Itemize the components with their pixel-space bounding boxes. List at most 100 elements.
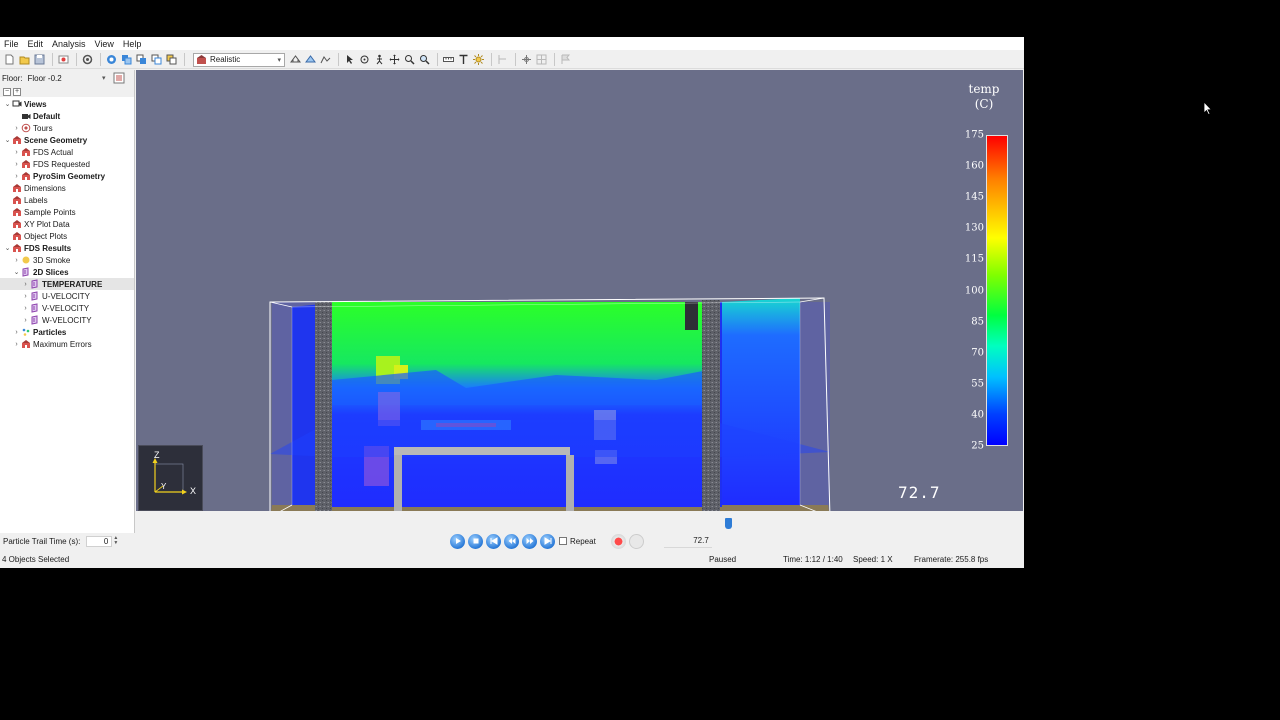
chevron-right-icon[interactable]: › — [12, 173, 21, 180]
chevron-right-icon[interactable]: › — [12, 125, 21, 132]
spinner-icon[interactable]: ▲ ▼ — [113, 536, 119, 546]
step-back-icon — [508, 538, 515, 544]
skip-end-button[interactable] — [540, 533, 555, 549]
tree-item-label: Dimensions — [24, 183, 66, 193]
rewind-start-button[interactable] — [486, 533, 501, 549]
chevron-right-icon[interactable]: › — [21, 305, 30, 312]
chevron-down-icon[interactable]: ⌄ — [3, 244, 12, 252]
tree-item-u-velocity[interactable]: › U-VELOCITY — [0, 290, 134, 302]
tree-item-w-velocity[interactable]: › W-VELOCITY — [0, 314, 134, 326]
snap-icon[interactable] — [535, 53, 548, 66]
expand-all-icon[interactable]: + — [13, 87, 21, 96]
toolbar: Realistic ▾ — [0, 51, 1024, 69]
light-icon[interactable] — [472, 53, 485, 66]
geometry-icon — [12, 243, 22, 253]
tree-item-sample-points[interactable]: Sample Points — [0, 206, 134, 218]
tree-item-temperature[interactable]: › TEMPERATURE — [0, 278, 134, 290]
floor-select[interactable]: Floor -0.2 ▾ — [26, 72, 109, 84]
chevron-right-icon[interactable]: › — [12, 161, 21, 168]
measure-icon[interactable] — [442, 53, 455, 66]
tree-item-label: PyroSim Geometry — [33, 171, 106, 181]
zoom-box-icon[interactable] — [418, 53, 431, 66]
tree-item-default[interactable]: Default — [0, 110, 134, 122]
step-forward-button[interactable] — [522, 533, 537, 549]
chevron-down-icon[interactable]: ⌄ — [3, 136, 12, 144]
view-top-icon[interactable] — [120, 53, 133, 66]
pan-icon[interactable] — [388, 53, 401, 66]
snapshot-button[interactable] — [628, 533, 644, 549]
tree-item-2d-slices[interactable]: ⌄ 2D Slices — [0, 266, 134, 278]
menu-view[interactable]: View — [95, 39, 114, 49]
timeline-thumb[interactable] — [725, 518, 732, 529]
tree-item-labels[interactable]: Labels — [0, 194, 134, 206]
tree-item-views[interactable]: ⌄ Views — [0, 98, 134, 110]
chevron-right-icon[interactable]: › — [21, 317, 30, 324]
chevron-right-icon[interactable]: › — [12, 257, 21, 264]
chevron-down-icon[interactable]: ⌄ — [12, 268, 21, 276]
render-mode-select[interactable]: Realistic ▾ — [193, 52, 285, 67]
tree-item-label: Object Plots — [24, 231, 68, 241]
tree-item-fds-actual[interactable]: › FDS Actual — [0, 146, 134, 158]
particle-trail-input[interactable]: 0 — [86, 535, 113, 547]
legend-tick-label: 130 — [964, 222, 984, 234]
tree-item-maximum-errors[interactable]: › Maximum Errors — [0, 338, 134, 350]
zoom-icon[interactable] — [403, 53, 416, 66]
clip-icon[interactable] — [496, 53, 509, 66]
status-bar: 4 Objects Selected Paused Time: 1:12 / 1… — [0, 554, 1024, 567]
tree-item-3d-smoke[interactable]: › 3D Smoke — [0, 254, 134, 266]
export-icon[interactable] — [57, 53, 70, 66]
tree-item-pyrosim-geometry[interactable]: › PyroSim Geometry — [0, 170, 134, 182]
tree-item-xy-plot-data[interactable]: XY Plot Data — [0, 218, 134, 230]
tree-item-fds-results[interactable]: ⌄ FDS Results — [0, 242, 134, 254]
settings-icon[interactable] — [81, 53, 94, 66]
tree-item-particles[interactable]: › Particles — [0, 326, 134, 338]
slice-icon — [21, 267, 31, 277]
tree-item-label: XY Plot Data — [24, 219, 70, 229]
repeat-toggle[interactable]: Repeat — [559, 537, 596, 546]
wireframe-icon[interactable] — [304, 53, 317, 66]
time-input[interactable]: 72.7 — [663, 534, 712, 548]
render-icon[interactable] — [289, 53, 302, 66]
flag-icon[interactable] — [559, 53, 572, 66]
pause-button[interactable] — [468, 533, 483, 549]
tree-item-fds-requested[interactable]: › FDS Requested — [0, 158, 134, 170]
view-fit-icon[interactable] — [105, 53, 118, 66]
tree-item-tours[interactable]: › Tours — [0, 122, 134, 134]
menu-analysis[interactable]: Analysis — [52, 39, 86, 49]
save-icon[interactable] — [33, 53, 46, 66]
chevron-down-icon[interactable]: ⌄ — [3, 100, 12, 108]
view-front-icon[interactable] — [135, 53, 148, 66]
view-side-icon[interactable] — [150, 53, 163, 66]
select-icon[interactable] — [343, 53, 356, 66]
tree-item-v-velocity[interactable]: › V-VELOCITY — [0, 302, 134, 314]
chevron-right-icon[interactable]: › — [12, 341, 21, 348]
floor-settings-icon[interactable] — [113, 72, 125, 84]
record-button[interactable] — [610, 533, 626, 549]
repeat-checkbox[interactable] — [559, 537, 567, 545]
orbit-icon[interactable] — [358, 53, 371, 66]
chevron-right-icon[interactable]: › — [21, 281, 30, 288]
smoke-icon — [21, 255, 31, 265]
chevron-right-icon[interactable]: › — [12, 329, 21, 336]
view-iso-icon[interactable] — [165, 53, 178, 66]
play-button[interactable] — [450, 533, 465, 549]
collapse-all-icon[interactable]: − — [3, 87, 11, 96]
align-icon[interactable] — [520, 53, 533, 66]
timeline-slider[interactable] — [136, 512, 1023, 534]
menu-help[interactable]: Help — [123, 39, 142, 49]
menu-file[interactable]: File — [4, 39, 19, 49]
new-icon[interactable] — [3, 53, 16, 66]
tree-item-object-plots[interactable]: Object Plots — [0, 230, 134, 242]
tree-item-dimensions[interactable]: Dimensions — [0, 182, 134, 194]
roam-icon[interactable] — [373, 53, 386, 66]
text-icon[interactable] — [457, 53, 470, 66]
chevron-right-icon[interactable]: › — [12, 149, 21, 156]
step-back-button[interactable] — [504, 533, 519, 549]
outline-icon[interactable] — [319, 53, 332, 66]
3d-viewport[interactable]: Z Y X temp (C) 175 160 145 130 115 100 85 70 55 4… — [136, 70, 1023, 511]
tree-item-scene-geometry[interactable]: ⌄ Scene Geometry — [0, 134, 134, 146]
legend-tick-label: 145 — [964, 191, 984, 203]
chevron-right-icon[interactable]: › — [21, 293, 30, 300]
open-icon[interactable] — [18, 53, 31, 66]
menu-edit[interactable]: Edit — [28, 39, 44, 49]
